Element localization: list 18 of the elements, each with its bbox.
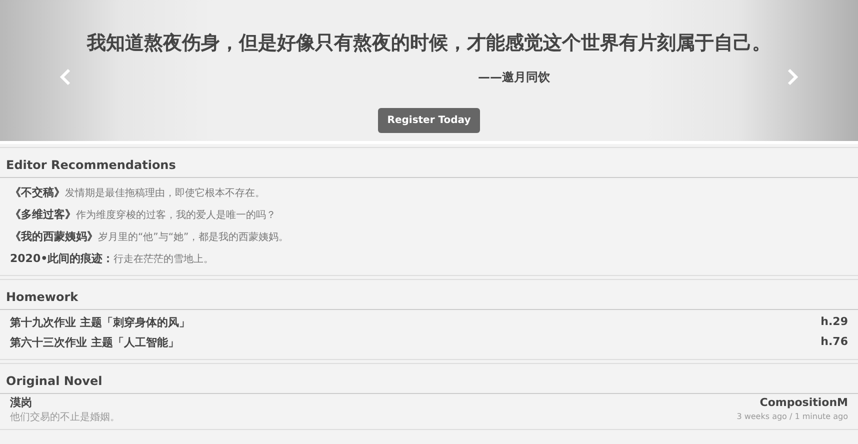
novel-title[interactable]: 漠岗 (10, 397, 120, 410)
novel-summary: 他们交易的不止是婚姻。 (10, 412, 120, 424)
register-button[interactable]: Register Today (378, 108, 480, 133)
section-heading: Editor Recommendations (0, 148, 858, 178)
novel-time: 3 weeks ago / 1 minute ago (736, 412, 848, 421)
recommendation-link[interactable]: 《我的西蒙姨妈》岁月里的“他”与“她”，都是我的西蒙姨妈。 (0, 225, 858, 247)
section-heading: Homework (0, 280, 858, 310)
recommendation-link[interactable]: 《不交稿》发情期是最佳拖稿理由，即使它根本不存在。 (0, 181, 858, 203)
quote-author: ——邀月同饮 (477, 68, 551, 86)
homework-link[interactable]: 第十九次作业 主题「刺穿身体的风」 (10, 315, 190, 330)
recommendation-link[interactable]: 《多维过客》作为维度穿梭的过客，我的爱人是唯一的吗？ (0, 203, 858, 225)
quote-text: 我知道熬夜伤身，但是好像只有熬夜的时候，才能感觉这个世界有片刻属于自己。 (87, 31, 771, 56)
section-heading: Original Novel (0, 364, 858, 394)
homework-link[interactable]: 第六十三次作业 主题「人工智能」 (10, 335, 179, 350)
recommendation-link[interactable]: 2020•此间的痕迹：行走在茫茫的雪地上。 (0, 247, 858, 269)
homework-count: h.76 (820, 335, 848, 350)
novel-author[interactable]: CompositionM (760, 397, 848, 410)
homework-count: h.29 (820, 315, 848, 330)
